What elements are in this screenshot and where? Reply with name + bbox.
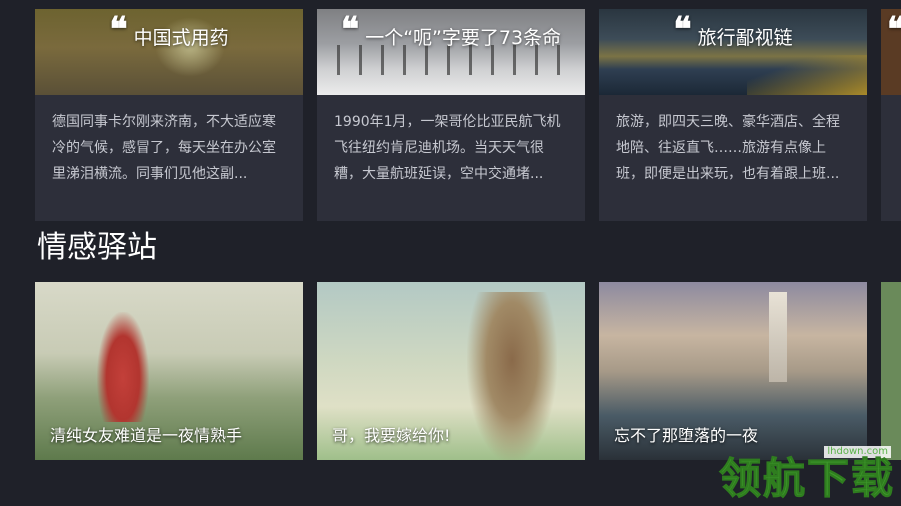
article-image: ❝ [881,9,901,95]
watermark: lhdown.com 领航下载 [715,446,895,502]
article-header: ❝ [881,15,901,43]
story-caption: 忘不了那堕落的一夜 [614,426,759,445]
article-title: 一个“呃”字要了73条命 [365,27,562,49]
article-title: 中国式用药 [133,27,229,49]
story-card-partial[interactable] [881,282,901,460]
story-caption: 哥，我要嫁给你! [332,426,451,445]
story-card[interactable]: 忘不了那堕落的一夜 [599,282,867,460]
article-header: ❝ 旅行鄙视链 [599,15,867,49]
watermark-logo-text: 领航下载 [718,454,895,503]
article-card-row: ❝ 中国式用药 德国同事卡尔刚来济南，不大适应寒冷的气候，感冒了，每天坐在办公室… [35,9,901,221]
article-image: ❝ 旅行鄙视链 [599,9,867,95]
story-caption: 清纯女友难道是一夜情熟手 [50,426,243,445]
app-page: ❝ 中国式用药 德国同事卡尔刚来济南，不大适应寒冷的气候，感冒了，每天坐在办公室… [0,0,901,506]
article-header: ❝ 一个“呃”字要了73条命 [317,15,585,49]
article-card-partial[interactable]: ❝ [881,9,901,221]
article-card[interactable]: ❝ 旅行鄙视链 旅游，即四天三晚、豪华酒店、全程地陪、往返直飞……旅游有点像上班… [599,9,867,221]
article-excerpt: 德国同事卡尔刚来济南，不大适应寒冷的气候，感冒了，每天坐在办公室里涕泪横流。同事… [52,114,276,182]
article-card[interactable]: ❝ 一个“呃”字要了73条命 1990年1月，一架哥伦比亚民航飞机飞往纽约肯尼迪… [317,9,585,221]
article-card[interactable]: ❝ 中国式用药 德国同事卡尔刚来济南，不大适应寒冷的气候，感冒了，每天坐在办公室… [35,9,303,221]
story-card[interactable]: 清纯女友难道是一夜情熟手 [35,282,303,460]
article-title: 旅行鄙视链 [697,27,793,49]
quote-icon: ❝ [340,15,360,43]
story-card-row: 清纯女友难道是一夜情熟手 哥，我要嫁给你! 忘不了那堕落的一夜 [35,282,901,460]
story-card[interactable]: 哥，我要嫁给你! [317,282,585,460]
article-header: ❝ 中国式用药 [35,15,303,49]
section-title: 情感驿站 [37,230,157,265]
article-excerpt: 1990年1月，一架哥伦比亚民航飞机飞往纽约肯尼迪机场。当天天气很糟，大量航班延… [334,114,561,182]
article-image: ❝ 一个“呃”字要了73条命 [317,9,585,95]
quote-icon: ❝ [887,15,901,43]
quote-icon: ❝ [673,15,692,43]
article-excerpt: 旅游，即四天三晚、豪华酒店、全程地陪、往返直飞……旅游有点像上班，即便是出来玩，… [616,114,840,182]
quote-icon: ❝ [109,15,128,43]
article-image: ❝ 中国式用药 [35,9,303,95]
